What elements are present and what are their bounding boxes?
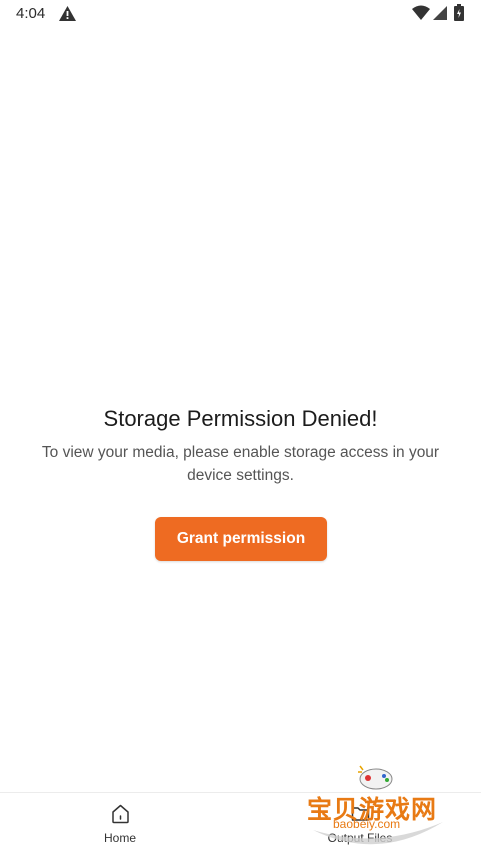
wifi-icon bbox=[412, 5, 430, 20]
game-controller-icon bbox=[358, 765, 393, 790]
alert-icon bbox=[59, 6, 76, 21]
grant-permission-button[interactable]: Grant permission bbox=[155, 517, 327, 561]
status-time: 4:04 bbox=[16, 5, 46, 22]
signal-icon bbox=[433, 6, 447, 20]
nav-label-home: Home bbox=[103, 831, 136, 845]
permission-title: Storage Permission Denied! bbox=[103, 406, 378, 431]
watermark: 宝贝游戏网 baobeiy.com bbox=[303, 762, 453, 852]
nav-item-home[interactable]: Home bbox=[0, 793, 240, 856]
watermark-url: baobeiy.com bbox=[333, 817, 401, 831]
battery-icon bbox=[454, 4, 464, 21]
home-icon bbox=[112, 804, 129, 824]
permission-message: To view your media, please enable storag… bbox=[41, 444, 440, 484]
status-bar: 4:04 bbox=[0, 0, 481, 28]
